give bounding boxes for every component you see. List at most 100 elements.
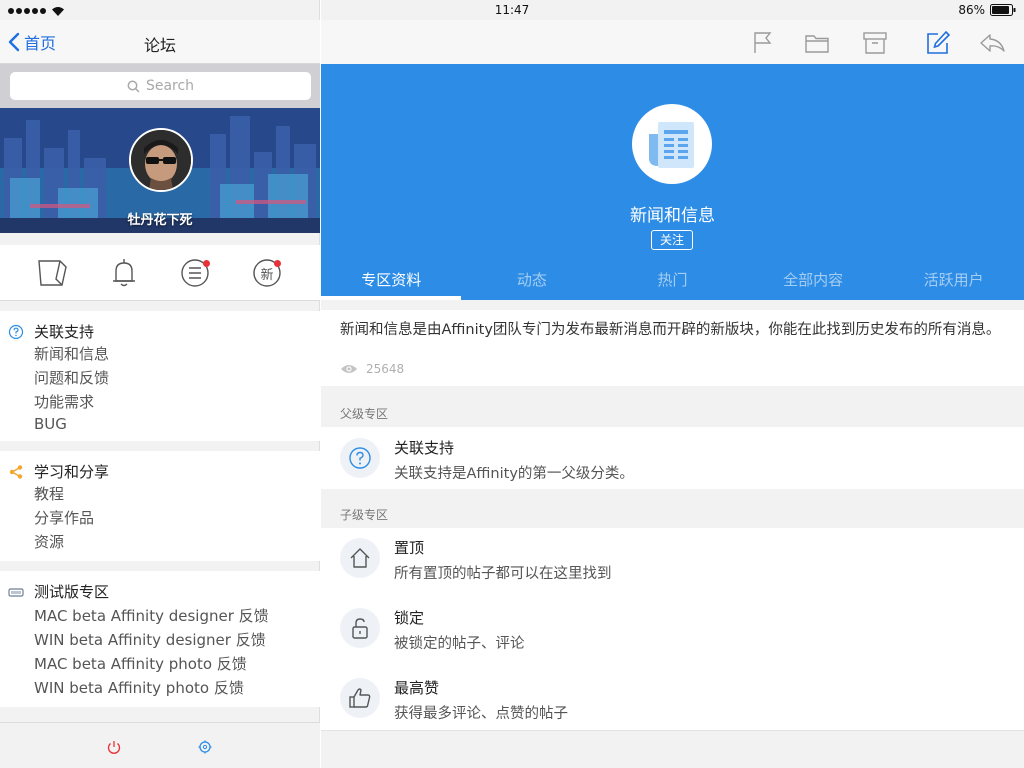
- child-forum-subtitle: 获得最多评论、点赞的帖子: [394, 706, 568, 722]
- folder-icon: [805, 35, 829, 53]
- group-header[interactable]: 关联支持: [8, 321, 94, 342]
- forum-group-learning: 学习和分享 教程 分享作品 资源: [0, 451, 320, 561]
- tab-active-users[interactable]: 活跃用户: [883, 264, 1024, 300]
- sidebar-footer: [0, 722, 320, 768]
- flag-icon: [754, 32, 772, 53]
- child-forum-icon-badge: [340, 538, 380, 578]
- group-title: 学习和分享: [34, 463, 110, 481]
- forum-tabs: 专区资料 动态 热门 全部内容 活跃用户: [321, 264, 1024, 300]
- quick-actions-bar: 新: [0, 245, 320, 301]
- notebook-button[interactable]: [36, 255, 70, 289]
- battery-icon: [990, 4, 1016, 16]
- list-item[interactable]: WIN beta Affinity photo 反馈: [34, 677, 244, 698]
- group-header[interactable]: 测试版专区: [8, 581, 109, 602]
- child-forum-row[interactable]: 最高赞 获得最多评论、点赞的帖子: [321, 668, 1024, 730]
- detail-toolbar: [321, 20, 1024, 64]
- power-icon: [107, 741, 121, 754]
- list-item[interactable]: MAC beta Affinity designer 反馈: [34, 605, 269, 626]
- tab-popular[interactable]: 热门: [602, 264, 743, 300]
- profile-username: 牡丹花下死: [127, 213, 193, 228]
- child-forum-title: 锁定: [394, 609, 425, 627]
- child-forum-icon-badge: [340, 608, 380, 648]
- beta-icon: [8, 587, 24, 597]
- follow-button[interactable]: 关注: [651, 230, 693, 250]
- new-posts-badge-dot: [274, 260, 281, 267]
- compose-button[interactable]: [924, 29, 952, 57]
- list-item[interactable]: MAC beta Affinity photo 反馈: [34, 653, 247, 674]
- detail-footer: [321, 730, 1024, 768]
- list-item[interactable]: BUG: [34, 415, 67, 433]
- forum-detail: 新闻和信息 关注 专区资料 动态 热门 全部内容 活跃用户 新闻和信息是由Aff…: [321, 0, 1024, 768]
- messages-button[interactable]: [178, 255, 212, 289]
- list-item[interactable]: 问题和反馈: [34, 367, 109, 388]
- tab-activity[interactable]: 动态: [462, 264, 603, 300]
- settings-button[interactable]: [197, 739, 213, 755]
- child-forum-row[interactable]: 锁定 被锁定的帖子、评论: [321, 598, 1024, 666]
- forum-group-beta: 测试版专区 MAC beta Affinity designer 反馈 WIN …: [0, 571, 320, 707]
- search-bar: Search: [0, 64, 320, 108]
- child-forum-title: 置顶: [394, 539, 425, 557]
- child-forum-list: 置顶 所有置顶的帖子都可以在这里找到 锁定 被锁定的帖子、评论 最高赞 获得最多…: [321, 528, 1024, 730]
- child-section-label: 子级专区: [340, 508, 389, 522]
- view-count-value: 25648: [366, 362, 405, 376]
- child-forum-title: 最高赞: [394, 679, 440, 697]
- list-item[interactable]: 新闻和信息: [34, 343, 109, 364]
- battery-percent: 86%: [958, 3, 985, 17]
- child-forum-row[interactable]: 置顶 所有置顶的帖子都可以在这里找到: [321, 528, 1024, 596]
- list-item[interactable]: 教程: [34, 483, 64, 504]
- newspaper-icon: [649, 122, 694, 168]
- new-badge-label: 新: [260, 268, 274, 283]
- parent-forum-subtitle: 关联支持是Affinity的第一父级分类。: [394, 466, 634, 482]
- sidebar-nav-bar: 首页 论坛: [0, 20, 320, 64]
- folder-button[interactable]: [803, 29, 831, 57]
- parent-forum-row[interactable]: 关联支持 关联支持是Affinity的第一父级分类。: [321, 427, 1024, 489]
- avatar[interactable]: [129, 128, 193, 192]
- search-input[interactable]: Search: [10, 72, 311, 100]
- avatar-image: [131, 130, 191, 190]
- lock-icon: [352, 618, 368, 639]
- tab-all-content[interactable]: 全部内容: [743, 264, 884, 300]
- reply-icon: [980, 34, 1005, 52]
- status-time: 11:47: [494, 3, 530, 17]
- group-header[interactable]: 学习和分享: [8, 461, 109, 482]
- tab-profile[interactable]: 专区资料: [321, 264, 462, 300]
- forum-title: 新闻和信息: [630, 206, 715, 226]
- group-title: 测试版专区: [34, 583, 110, 601]
- list-item[interactable]: 资源: [34, 531, 64, 552]
- reply-button[interactable]: [978, 29, 1006, 57]
- notebook-icon: [38, 260, 67, 286]
- list-item[interactable]: 功能需求: [34, 391, 94, 412]
- flag-button[interactable]: [749, 29, 777, 57]
- bell-icon: [113, 259, 135, 287]
- new-posts-button[interactable]: 新: [250, 255, 284, 289]
- share-icon: [9, 464, 23, 479]
- group-title: 关联支持: [34, 323, 95, 341]
- tab-active-indicator: [321, 296, 461, 300]
- sidebar-title: 论坛: [143, 36, 176, 55]
- forum-avatar: [632, 104, 712, 184]
- list-item[interactable]: 分享作品: [34, 507, 94, 528]
- list-item[interactable]: WIN beta Affinity designer 反馈: [34, 629, 266, 650]
- question-icon: [8, 324, 24, 339]
- child-forum-subtitle: 所有置顶的帖子都可以在这里找到: [394, 566, 612, 582]
- logout-button[interactable]: [106, 739, 122, 755]
- home-icon: [350, 548, 370, 568]
- search-placeholder: Search: [145, 78, 195, 94]
- gear-icon: [198, 740, 212, 754]
- forum-description: 新闻和信息是由Affinity团队专门为发布最新消息而开辟的新版块，你能在此找到…: [340, 322, 1001, 338]
- messages-badge-dot: [203, 260, 210, 267]
- archive-button[interactable]: [861, 29, 889, 57]
- thumbs-up-icon: [349, 688, 371, 708]
- parent-forum-icon-badge: [340, 438, 380, 478]
- status-bar: 11:47 86%: [0, 0, 1024, 20]
- forum-sidebar: 首页 论坛 Search 牡丹花下死 新 关联支持 新闻和信息 问题和反馈 功能…: [0, 0, 320, 768]
- child-forum-subtitle: 被锁定的帖子、评论: [394, 636, 525, 652]
- view-count: 25648: [340, 362, 404, 376]
- archive-icon: [863, 32, 887, 54]
- search-icon: [127, 80, 140, 93]
- notifications-button[interactable]: [107, 255, 141, 289]
- question-icon: [349, 447, 371, 469]
- eye-icon: [341, 365, 357, 373]
- forum-group-support: 关联支持 新闻和信息 问题和反馈 功能需求 BUG: [0, 311, 320, 441]
- child-forum-icon-badge: [340, 678, 380, 718]
